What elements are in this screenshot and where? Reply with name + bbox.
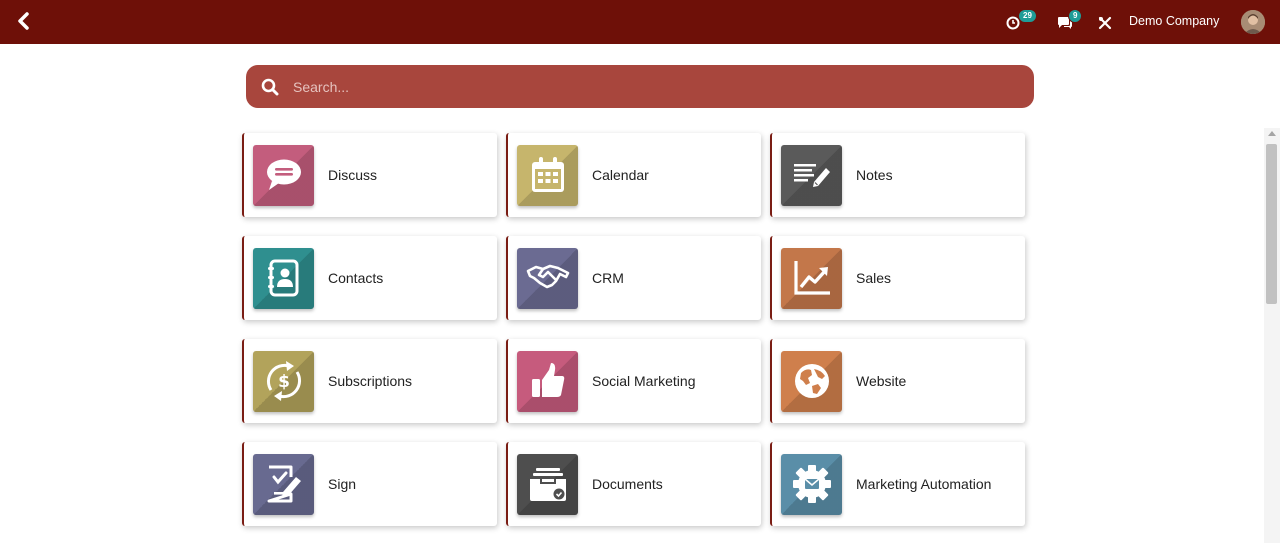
activity-count-badge: 29 <box>1018 9 1037 23</box>
globe-icon <box>794 364 829 398</box>
app-icon-tile <box>253 144 314 206</box>
app-tile-social-marketing[interactable]: Social Marketing <box>506 339 761 423</box>
chevron-left-icon <box>18 12 29 30</box>
app-label: Marketing Automation <box>856 476 992 492</box>
app-label: Sign <box>328 476 357 492</box>
app-icon-tile <box>781 144 842 206</box>
app-label: Documents <box>592 476 663 492</box>
scrollbar-thumb[interactable] <box>1266 144 1277 304</box>
user-avatar[interactable] <box>1241 10 1265 34</box>
recurring-dollar-icon: $ <box>266 361 301 401</box>
app-icon-tile <box>517 350 578 412</box>
app-tile-subscriptions[interactable]: $ Subscriptions <box>242 339 497 423</box>
app-icon-tile <box>781 350 842 412</box>
app-icon-tile <box>253 247 314 309</box>
app-grid: Discuss Calendar Notes Contacts CRM Sale… <box>242 133 1025 526</box>
svg-text:$: $ <box>278 372 290 392</box>
messages-button[interactable]: 9 <box>1057 9 1087 34</box>
scroll-up-arrow-icon[interactable] <box>1268 131 1276 136</box>
app-icon-tile <box>517 247 578 309</box>
app-label: Calendar <box>592 167 649 183</box>
app-tile-notes[interactable]: Notes <box>770 133 1025 217</box>
signed-document-icon <box>267 465 301 503</box>
app-label: Discuss <box>328 167 378 183</box>
messages-count-badge: 9 <box>1068 9 1083 23</box>
top-navbar: 29 9 Demo Company <box>0 0 1280 44</box>
app-icon-tile <box>517 453 578 515</box>
activity-button[interactable]: 29 <box>1006 9 1040 34</box>
thumbs-up-icon <box>531 363 564 397</box>
app-label: Contacts <box>328 270 384 286</box>
app-label: Social Marketing <box>592 373 696 389</box>
app-tile-contacts[interactable]: Contacts <box>242 236 497 320</box>
app-label: Website <box>856 373 907 389</box>
app-tile-discuss[interactable]: Discuss <box>242 133 497 217</box>
user-photo-icon <box>1241 10 1265 34</box>
app-label: Sales <box>856 270 892 286</box>
company-switcher[interactable]: Demo Company <box>1129 14 1219 28</box>
address-book-icon <box>267 259 298 297</box>
app-tile-calendar[interactable]: Calendar <box>506 133 761 217</box>
chat-bubble-icon <box>266 159 301 190</box>
app-icon-tile <box>517 144 578 206</box>
handshake-icon <box>526 264 569 289</box>
app-tile-sales[interactable]: Sales <box>770 236 1025 320</box>
trend-chart-icon <box>793 261 830 295</box>
tools-icon <box>1098 16 1112 30</box>
gear-envelope-icon <box>792 465 831 503</box>
calendar-icon <box>531 157 564 192</box>
app-icon-tile <box>253 453 314 515</box>
vertical-scrollbar[interactable] <box>1264 128 1280 543</box>
app-icon-tile <box>781 247 842 309</box>
app-tile-documents[interactable]: Documents <box>506 442 761 526</box>
app-tile-sign[interactable]: Sign <box>242 442 497 526</box>
app-icon-tile: $ <box>253 350 314 412</box>
debug-tools-button[interactable] <box>1098 10 1114 34</box>
app-tile-website[interactable]: Website <box>770 339 1025 423</box>
back-button[interactable] <box>12 10 34 32</box>
app-tile-marketing-automation[interactable]: Marketing Automation <box>770 442 1025 526</box>
app-label: Subscriptions <box>328 373 413 389</box>
app-tile-crm[interactable]: CRM <box>506 236 761 320</box>
document-tray-icon <box>529 468 566 501</box>
search-input[interactable] <box>293 71 993 102</box>
app-search-bar[interactable] <box>246 65 1034 108</box>
app-label: CRM <box>592 270 624 286</box>
app-label: Notes <box>856 167 893 183</box>
app-icon-tile <box>781 453 842 515</box>
notes-pen-icon <box>793 164 830 187</box>
search-icon <box>259 76 281 98</box>
